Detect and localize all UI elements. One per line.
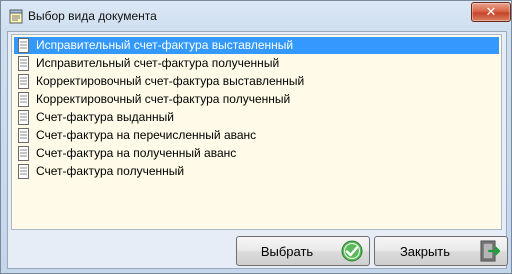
select-button-label: Выбрать: [260, 244, 314, 259]
list-item-label: Счет-фактура выданный: [36, 110, 174, 124]
title-bar[interactable]: Выбор вида документа ✕: [1, 1, 511, 31]
document-icon: [18, 164, 29, 179]
document-icon: [18, 146, 29, 161]
close-button-label: Закрыть: [399, 244, 451, 259]
document-icon: [18, 56, 29, 71]
list-item[interactable]: Счет-фактура на перечисленный аванс: [14, 127, 499, 144]
dialog-body: Исправительный счет-фактура выставленный…: [7, 31, 508, 269]
close-icon: ✕: [485, 4, 497, 19]
list-item[interactable]: Исправительный счет-фактура полученный: [14, 55, 499, 72]
document-type-list[interactable]: Исправительный счет-фактура выставленный…: [11, 34, 502, 230]
dialog-window: Выбор вида документа ✕ Исправительный сч…: [0, 0, 512, 274]
list-item[interactable]: Счет-фактура выданный: [14, 109, 499, 126]
document-icon: [18, 38, 29, 53]
close-button[interactable]: Закрыть: [374, 236, 508, 266]
list-item[interactable]: Счет-фактура полученный: [14, 163, 499, 180]
notepad-icon: [9, 9, 23, 24]
list-item-label: Счет-фактура на перечисленный аванс: [36, 128, 257, 142]
list-item-label: Корректировочный счет-фактура выставленн…: [36, 74, 305, 88]
exit-door-icon: [480, 240, 501, 262]
list-item[interactable]: Корректировочный счет-фактура полученный: [14, 91, 499, 108]
green-check-icon: [341, 240, 363, 262]
list-item[interactable]: Исправительный счет-фактура выставленный: [14, 37, 499, 54]
document-icon: [18, 92, 29, 107]
list-item-label: Корректировочный счет-фактура полученный: [36, 92, 291, 106]
window-close-button[interactable]: ✕: [471, 2, 511, 22]
select-button[interactable]: Выбрать: [236, 236, 370, 266]
document-icon: [18, 74, 29, 89]
document-icon: [18, 128, 29, 143]
list-item[interactable]: Корректировочный счет-фактура выставленн…: [14, 73, 499, 90]
window-title: Выбор вида документа: [28, 9, 157, 23]
list-item-label: Счет-фактура на полученный аванс: [36, 146, 237, 160]
document-icon: [18, 110, 29, 125]
list-item[interactable]: Счет-фактура на полученный аванс: [14, 145, 499, 162]
list-item-label: Исправительный счет-фактура выставленный: [36, 38, 294, 52]
list-item-label: Исправительный счет-фактура полученный: [36, 56, 280, 70]
list-item-label: Счет-фактура полученный: [36, 164, 185, 178]
